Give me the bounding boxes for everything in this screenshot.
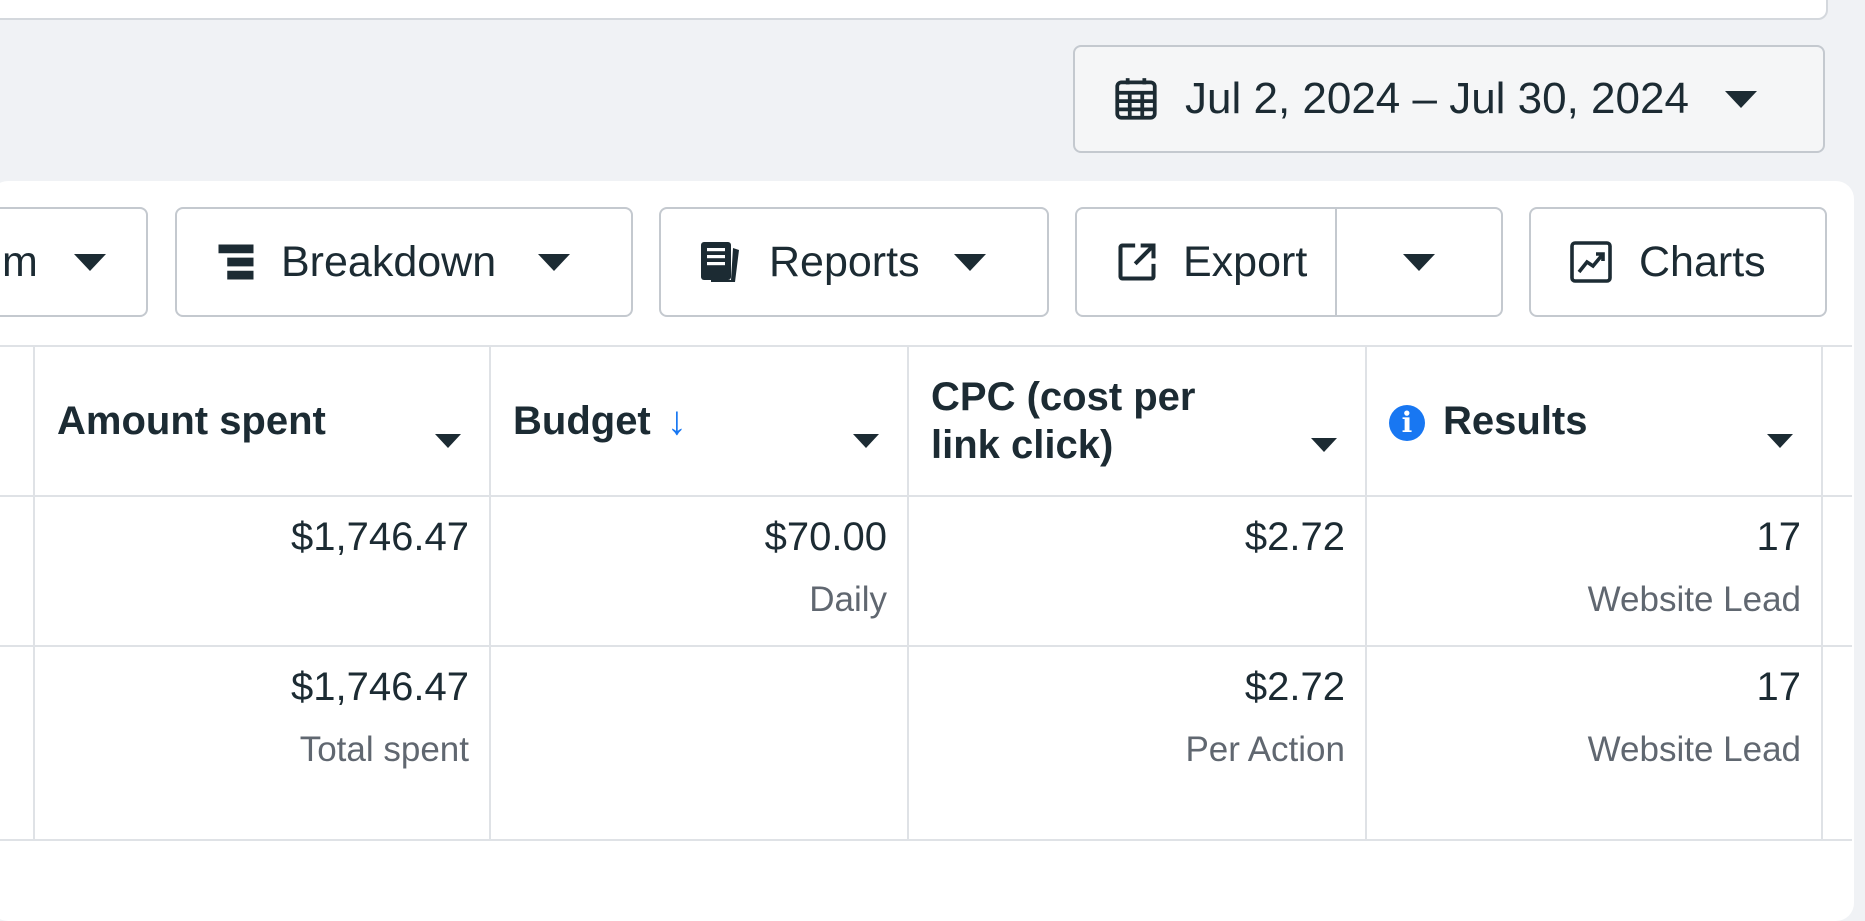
column-header-label: Results	[1443, 398, 1588, 443]
column-header-label: Amount spent	[57, 398, 326, 443]
table-row: $1,746.47 $70.00 Daily $2.72 17 Website …	[0, 495, 1852, 647]
cpc-cell: $2.72	[907, 495, 1367, 647]
chart-icon	[1570, 241, 1612, 283]
breakdown-button[interactable]: Breakdown	[175, 207, 633, 317]
cell-subtext: Daily	[809, 580, 887, 619]
search-bar-edge	[0, 0, 1828, 20]
reports-icon	[701, 242, 739, 282]
reports-label: Reports	[769, 237, 920, 286]
breakdown-label: Breakdown	[281, 237, 497, 286]
chevron-down-icon	[73, 253, 106, 271]
cell-subtext: Website Lead	[1587, 580, 1801, 619]
column-menu-button[interactable]	[435, 413, 461, 458]
breakdown-icon	[218, 244, 254, 280]
cell-subtext: Website Lead	[1587, 730, 1801, 769]
chevron-down-icon	[538, 253, 571, 271]
calendar-icon	[1115, 78, 1157, 120]
chevron-down-icon	[1403, 253, 1435, 271]
table-summary-row: $1,746.47 Total spent $2.72 Per Action 1…	[0, 645, 1852, 841]
table-header-row: Amount spent Budget ↓ CPC (cost per link …	[0, 345, 1852, 497]
chevron-down-icon	[1311, 438, 1337, 452]
reports-button[interactable]: Reports	[659, 207, 1049, 317]
date-range-label: Jul 2, 2024 – Jul 30, 2024	[1185, 74, 1689, 123]
column-menu-button[interactable]	[853, 413, 879, 458]
cell-value: $2.72	[1244, 515, 1345, 559]
column-header-label: Budget	[513, 398, 651, 443]
charts-button[interactable]: Charts	[1529, 207, 1827, 317]
cell-value: 17	[1756, 665, 1802, 709]
export-options-dropdown[interactable]	[1337, 209, 1501, 315]
chevron-down-icon	[1767, 434, 1793, 448]
columns-button-label: m	[2, 237, 38, 286]
cell-subtext: Per Action	[1185, 730, 1345, 769]
column-menu-button[interactable]	[1311, 415, 1337, 463]
column-header-amount-spent[interactable]: Amount spent	[33, 345, 491, 497]
row-spacer-cell	[1821, 645, 1852, 841]
column-header-results[interactable]: i Results	[1365, 345, 1823, 497]
chevron-down-icon	[853, 434, 879, 448]
column-header-budget[interactable]: Budget ↓	[489, 345, 909, 497]
amount-spent-cell: $1,746.47 Total spent	[33, 645, 491, 841]
cell-value: 17	[1756, 515, 1802, 559]
chevron-down-icon	[953, 253, 986, 271]
export-button-group: Export	[1075, 207, 1503, 317]
table-header-spacer	[0, 345, 35, 497]
column-header-cpc[interactable]: CPC (cost per link click)	[907, 345, 1367, 497]
amount-spent-cell: $1,746.47	[33, 495, 491, 647]
budget-cell[interactable]: $70.00 Daily	[489, 495, 909, 647]
cell-value: $1,746.47	[291, 665, 469, 709]
ads-table: Amount spent Budget ↓ CPC (cost per link …	[0, 345, 1852, 841]
column-header-label: CPC (cost per link click)	[931, 375, 1196, 467]
sort-descending-icon: ↓	[666, 398, 687, 443]
table-header-spacer	[1821, 345, 1852, 497]
export-icon	[1118, 243, 1156, 281]
row-spacer-cell	[0, 495, 35, 647]
row-spacer-cell	[1821, 495, 1852, 647]
budget-cell	[489, 645, 909, 841]
charts-label: Charts	[1639, 237, 1766, 286]
date-range-picker[interactable]: Jul 2, 2024 – Jul 30, 2024	[1073, 45, 1825, 153]
columns-dropdown-button[interactable]: m	[0, 207, 148, 317]
cell-value: $2.72	[1244, 665, 1345, 709]
column-menu-button[interactable]	[1767, 413, 1793, 458]
cell-value: $70.00	[764, 515, 887, 559]
info-icon[interactable]: i	[1389, 404, 1425, 441]
results-cell: 17 Website Lead	[1365, 495, 1823, 647]
cell-value: $1,746.47	[291, 515, 469, 559]
cpc-cell: $2.72 Per Action	[907, 645, 1367, 841]
export-button[interactable]: Export	[1077, 209, 1337, 315]
chevron-down-icon	[435, 434, 461, 448]
cell-subtext: Total spent	[299, 730, 469, 769]
export-label: Export	[1183, 237, 1308, 286]
chevron-down-icon	[1724, 90, 1757, 108]
results-cell: 17 Website Lead	[1365, 645, 1823, 841]
row-spacer-cell	[0, 645, 35, 841]
